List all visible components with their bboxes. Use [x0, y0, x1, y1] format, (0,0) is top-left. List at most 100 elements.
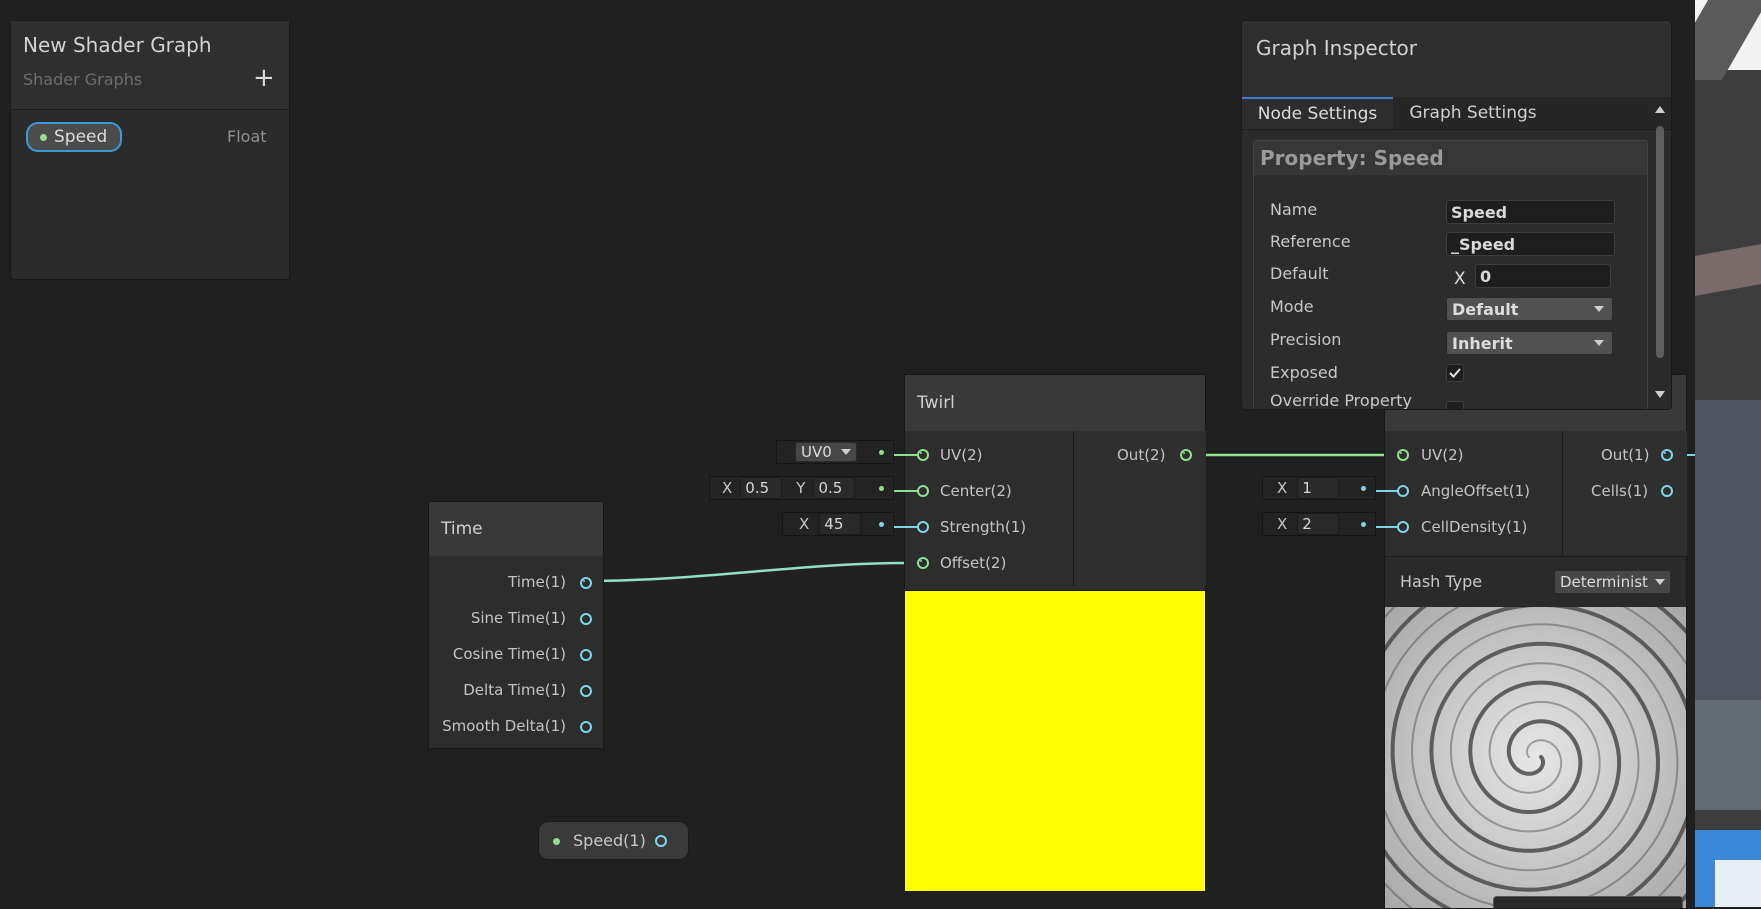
twirl-out-port[interactable]	[1180, 449, 1192, 461]
delta-time-output-label: Delta Time(1)	[463, 681, 566, 699]
blackboard-panel: New Shader Graph Shader Graphs + Speed F…	[10, 20, 290, 280]
inline-connector	[894, 454, 918, 456]
voronoi-cell-density-input-port[interactable]	[1397, 521, 1409, 533]
property-type: Float	[227, 127, 267, 146]
twirl-offset-input-port[interactable]	[917, 557, 929, 569]
voronoi-out-label: Out(1)	[1601, 446, 1650, 464]
uv-channel-value: UV0	[801, 443, 832, 461]
twirl-out-label: Out(2)	[1117, 446, 1166, 464]
chevron-down-icon	[1594, 340, 1604, 346]
precision-dropdown[interactable]: Inherit	[1446, 331, 1613, 355]
time-output-label: Time(1)	[508, 573, 566, 591]
hash-type-dropdown[interactable]: Determinist	[1554, 570, 1671, 594]
uv-channel-dropdown[interactable]: UV0	[795, 442, 857, 462]
property-section-title: Property: Speed	[1260, 146, 1444, 170]
twirl-uv-input-port[interactable]	[917, 449, 929, 461]
float-type-dot-icon	[40, 133, 47, 141]
property-name: Speed	[54, 127, 108, 147]
inspector-tabs: Node Settings Graph Settings	[1242, 97, 1671, 130]
property-section-header: Property: Speed	[1254, 141, 1647, 175]
inspector-header: Graph Inspector	[1242, 21, 1671, 97]
override-property-label: Override Property	[1270, 391, 1413, 410]
time-node-title: Time	[441, 519, 483, 539]
cell-density-x-field[interactable]: 2	[1297, 513, 1340, 535]
voronoi-angle-offset-input-label: AngleOffset(1)	[1421, 482, 1530, 500]
center-x-field[interactable]: 0.5	[740, 477, 783, 499]
blackboard-header: New Shader Graph Shader Graphs +	[11, 21, 289, 110]
time-node-header[interactable]: Time	[429, 502, 603, 556]
twirl-strength-input-port[interactable]	[917, 521, 929, 533]
speed-node-label: Speed(1)	[573, 831, 646, 850]
hash-type-label: Hash Type	[1400, 572, 1483, 591]
blackboard-property-row[interactable]: Speed Float	[11, 110, 289, 170]
center-y-label: Y	[796, 479, 806, 497]
scrollbar-thumb[interactable]	[1656, 126, 1664, 358]
center-y-field[interactable]: 0.5	[813, 477, 856, 499]
inline-connector	[894, 490, 918, 492]
smooth-delta-output-port[interactable]	[580, 721, 592, 733]
mode-dropdown[interactable]: Default	[1446, 297, 1613, 321]
voronoi-cells-port[interactable]	[1661, 485, 1673, 497]
scroll-down-arrow-icon[interactable]	[1655, 391, 1665, 398]
strength-x-label: X	[799, 515, 810, 533]
twirl-center-input-port[interactable]	[917, 485, 929, 497]
hash-type-row: Hash Type Determinist	[1385, 556, 1686, 607]
twirl-offset-input-label: Offset(2)	[940, 554, 1007, 572]
angle-offset-inline: X 1	[1262, 476, 1376, 500]
cosine-time-output-port[interactable]	[580, 649, 592, 661]
hash-type-value: Determinist	[1560, 573, 1648, 591]
voronoi-uv-input-label: UV(2)	[1421, 446, 1464, 464]
twirl-uv-input-label: UV(2)	[940, 446, 983, 464]
graph-inspector-panel: Graph Inspector Node Settings Graph Sett…	[1241, 20, 1672, 410]
strength-x-field[interactable]: 45	[819, 513, 862, 535]
delta-time-output-port[interactable]	[580, 685, 592, 697]
chevron-down-icon	[1594, 306, 1604, 312]
speed-property-node[interactable]: Speed(1)	[538, 821, 689, 860]
reference-label: Reference	[1270, 232, 1351, 251]
add-property-button[interactable]: +	[253, 63, 275, 93]
override-property-checkbox[interactable]	[1446, 401, 1464, 409]
property-pill-speed[interactable]: Speed	[26, 122, 122, 152]
angle-offset-x-field[interactable]: 1	[1297, 477, 1340, 499]
float-type-dot-icon	[553, 838, 560, 845]
mode-label: Mode	[1270, 297, 1314, 316]
voronoi-cells-label: Cells(1)	[1591, 482, 1649, 500]
precision-value: Inherit	[1452, 333, 1513, 353]
center-inline: X 0.5 Y 0.5	[709, 476, 894, 500]
center-x-label: X	[722, 479, 733, 497]
time-output-port[interactable]	[580, 577, 592, 589]
voronoi-uv-input-port[interactable]	[1397, 449, 1409, 461]
edge-time-to-offset	[584, 561, 906, 583]
cosine-time-output-label: Cosine Time(1)	[452, 645, 566, 663]
connector-dot-icon	[1361, 522, 1366, 527]
strength-inline: X 45	[782, 512, 894, 536]
inspector-scrollbar[interactable]	[1652, 101, 1668, 405]
inline-connector	[1376, 490, 1398, 492]
cell-density-inline: X 2	[1262, 512, 1376, 536]
connector-dot-icon	[879, 486, 884, 491]
chevron-down-icon	[1655, 579, 1665, 585]
twirl-strength-input-label: Strength(1)	[940, 518, 1027, 536]
name-field[interactable]: Speed	[1446, 200, 1615, 224]
twirl-node-title: Twirl	[917, 393, 955, 413]
twirl-preview	[905, 590, 1205, 891]
tab-graph-settings[interactable]: Graph Settings	[1393, 97, 1553, 129]
sine-time-output-port[interactable]	[580, 613, 592, 625]
voronoi-cell-density-input-label: CellDensity(1)	[1421, 518, 1528, 536]
cell-density-x-label: X	[1277, 515, 1288, 533]
twirl-node-header[interactable]: Twirl	[905, 375, 1205, 431]
name-label: Name	[1270, 200, 1318, 219]
reference-field[interactable]: _Speed	[1446, 232, 1615, 256]
voronoi-angle-offset-input-port[interactable]	[1397, 485, 1409, 497]
connector-dot-icon	[1361, 486, 1366, 491]
speed-output-port[interactable]	[655, 835, 667, 847]
tab-node-settings[interactable]: Node Settings	[1242, 97, 1393, 129]
exposed-checkbox[interactable]	[1446, 364, 1464, 382]
voronoi-out-port[interactable]	[1661, 449, 1673, 461]
blackboard-title: New Shader Graph	[23, 33, 212, 57]
default-value-field[interactable]: 0	[1475, 264, 1611, 288]
bottom-edge-element	[1493, 896, 1683, 908]
scroll-up-arrow-icon[interactable]	[1655, 106, 1665, 113]
inline-connector	[1376, 526, 1398, 528]
chevron-down-icon	[841, 449, 851, 455]
